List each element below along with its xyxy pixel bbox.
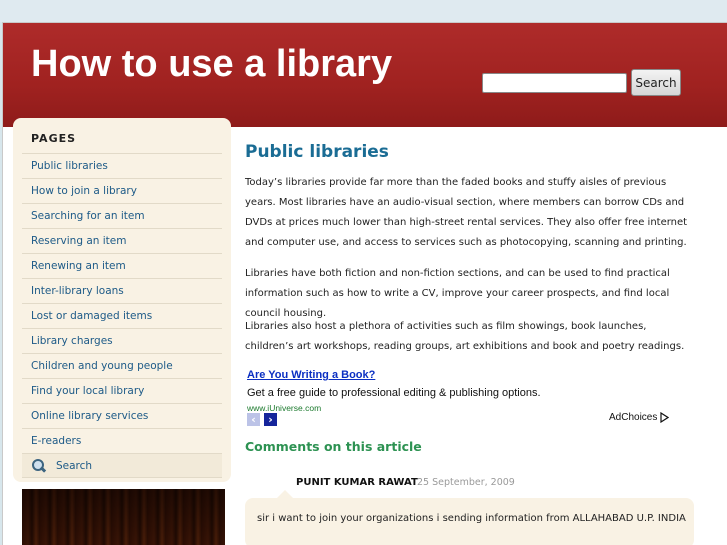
search-input[interactable] <box>482 73 627 93</box>
bookshelf-image <box>22 489 225 545</box>
sidebar-item-e-readers[interactable]: E-readers <box>22 428 222 453</box>
sidebar-item-renewing[interactable]: Renewing an item <box>22 253 222 278</box>
ad-next-button[interactable]: › <box>264 413 277 426</box>
site-title[interactable]: How to use a library <box>31 43 392 86</box>
sidebar-item-searching[interactable]: Searching for an item <box>22 203 222 228</box>
ad-headline-link[interactable]: Are You Writing a Book? <box>247 369 375 381</box>
comment-date: 25 September, 2009 <box>417 477 515 488</box>
sidebar-item-find-local[interactable]: Find your local library <box>22 378 222 403</box>
comment-text: sir i want to join your organizations i … <box>257 513 686 524</box>
sidebar-item-library-charges[interactable]: Library charges <box>22 328 222 353</box>
article-paragraph-2: Libraries have both fiction and non-fict… <box>245 268 670 319</box>
article-paragraph-1: Today’s libraries provide far more than … <box>245 177 688 248</box>
sidebar-item-how-to-join[interactable]: How to join a library <box>22 178 222 203</box>
article-title: Public libraries <box>245 142 389 162</box>
sidebar-item-lost-damaged[interactable]: Lost or damaged items <box>22 303 222 328</box>
sidebar-item-reserving[interactable]: Reserving an item <box>22 228 222 253</box>
ad-url-link[interactable]: www.iUniverse.com <box>247 403 367 412</box>
sidebar-item-inter-library-loans[interactable]: Inter-library loans <box>22 278 222 303</box>
comments-heading: Comments on this article <box>245 439 422 454</box>
sidebar-item-public-libraries[interactable]: Public libraries <box>22 153 222 178</box>
site-header: How to use a library Search <box>3 23 727 127</box>
magnifier-icon <box>31 458 46 473</box>
sidebar-nav: Public libraries How to join a library S… <box>22 153 222 478</box>
comment-bubble: sir i want to join your organizations i … <box>245 490 694 545</box>
browser-top-strip <box>0 0 727 22</box>
article-paragraph-3: Libraries also host a plethora of activi… <box>245 321 685 352</box>
sidebar-search-label: Search <box>56 459 93 472</box>
search-button[interactable]: Search <box>631 69 681 96</box>
adchoices-label: AdChoices <box>609 412 658 423</box>
adchoices-icon <box>660 412 670 423</box>
sidebar-item-online-services[interactable]: Online library services <box>22 403 222 428</box>
sidebar-item-children[interactable]: Children and young people <box>22 353 222 378</box>
ad-prev-button[interactable]: ‹ <box>247 413 260 426</box>
sidebar-heading: PAGES <box>31 132 77 145</box>
adchoices-link[interactable]: AdChoices <box>609 412 670 423</box>
sidebar: PAGES Public libraries How to join a lib… <box>13 118 231 482</box>
ad-description: Get a free guide to professional editing… <box>247 387 541 399</box>
sidebar-search-link[interactable]: Search <box>22 453 222 478</box>
comment-author: PUNIT KUMAR RAWAT <box>296 477 418 488</box>
